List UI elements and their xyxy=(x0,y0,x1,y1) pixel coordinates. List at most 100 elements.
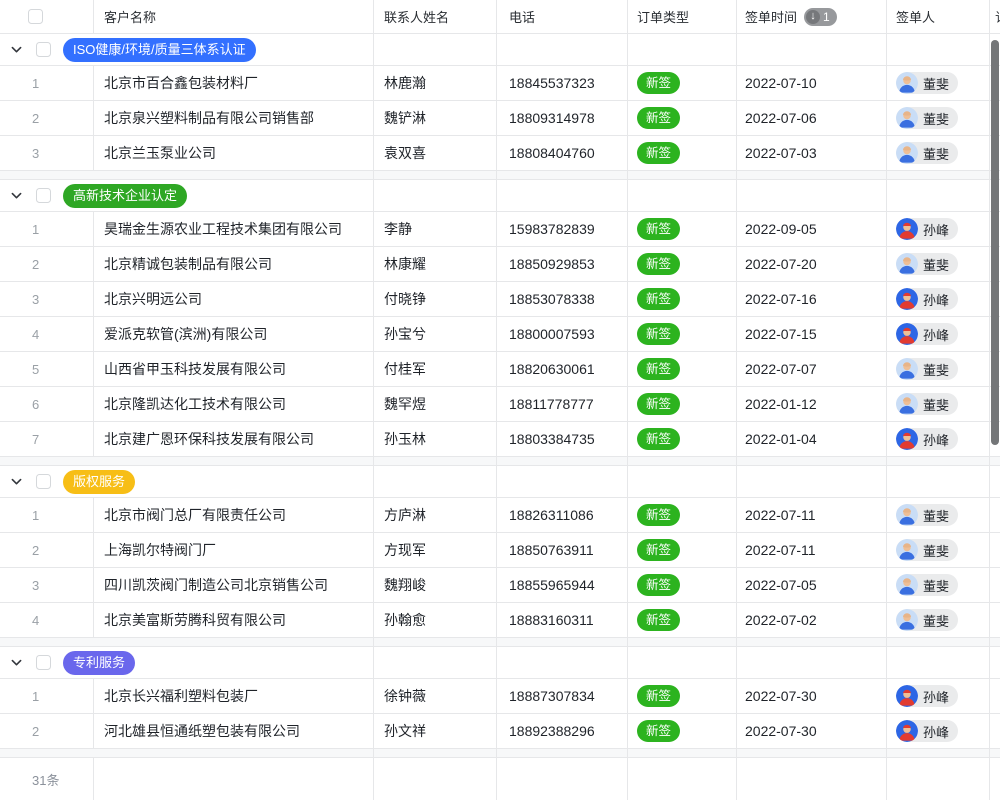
signer-cell: 董斐 xyxy=(887,247,990,281)
table-row[interactable]: 2 河北雄县恒通纸塑包装有限公司 孙文祥 18892388296 新签 2022… xyxy=(0,714,1000,749)
signer-pill: 董斐 xyxy=(896,609,958,631)
order-type-badge: 新签 xyxy=(637,720,680,742)
sign-date: 2022-07-11 xyxy=(737,533,887,567)
customer-name: 山西省甲玉科技发展有限公司 xyxy=(94,352,374,386)
table-row[interactable]: 3 北京兰玉泵业公司 袁双喜 18808404760 新签 2022-07-03… xyxy=(0,136,1000,171)
group-header-cell: ISO健康/环境/质量三体系认证 xyxy=(0,34,374,65)
customer-name: 北京长兴福利塑料包装厂 xyxy=(94,679,374,713)
column-header-signer[interactable]: 签单人 xyxy=(887,0,990,33)
table-row[interactable]: 5 山西省甲玉科技发展有限公司 付桂军 18820630061 新签 2022-… xyxy=(0,352,1000,387)
table-row[interactable]: 2 北京泉兴塑料制品有限公司销售部 魏铲淋 18809314978 新签 202… xyxy=(0,101,1000,136)
chevron-down-icon[interactable] xyxy=(10,189,23,202)
group-header-row[interactable]: 专利服务 xyxy=(0,647,1000,679)
record-count: 31条 xyxy=(0,758,94,800)
signer-cell: 孙峰 xyxy=(887,714,990,748)
order-type-cell: 新签 xyxy=(628,212,737,246)
row-number: 2 xyxy=(0,714,94,748)
vertical-scrollbar[interactable] xyxy=(991,40,999,445)
column-header-extra[interactable]: 订 xyxy=(990,0,1000,33)
phone-number: 18826311086 xyxy=(497,498,628,532)
empty-cell xyxy=(887,34,990,65)
table-row[interactable]: 1 北京长兴福利塑料包装厂 徐钟薇 18887307834 新签 2022-07… xyxy=(0,679,1000,714)
group-header-cell: 版权服务 xyxy=(0,466,374,497)
sign-date: 2022-07-10 xyxy=(737,66,887,100)
table-row[interactable]: 6 北京隆凯达化工技术有限公司 魏罕煜 18811778777 新签 2022-… xyxy=(0,387,1000,422)
table-row[interactable]: 7 北京建广恩环保科技发展有限公司 孙玉林 18803384735 新签 202… xyxy=(0,422,1000,457)
empty-cell xyxy=(737,180,887,211)
group-checkbox[interactable] xyxy=(36,42,51,57)
row-number: 6 xyxy=(0,387,94,421)
signer-name: 孙峰 xyxy=(923,687,949,706)
sort-badge[interactable]: ↓ 1 xyxy=(804,8,837,26)
group-checkbox[interactable] xyxy=(36,474,51,489)
column-header-phone[interactable]: 电话 xyxy=(497,0,628,33)
column-label: 联系人姓名 xyxy=(384,7,449,26)
order-type-cell: 新签 xyxy=(628,568,737,602)
signer-name: 董斐 xyxy=(923,395,949,414)
table-row[interactable]: 4 北京美富斯劳腾科贸有限公司 孙翰愈 18883160311 新签 2022-… xyxy=(0,603,1000,638)
column-header-contact[interactable]: 联系人姓名 xyxy=(374,0,497,33)
empty-cell xyxy=(374,171,497,179)
grid-view: 客户名称 联系人姓名 电话 订单类型 签单时间 ↓ 1 签单人 订 xyxy=(0,0,1000,800)
group-badge: ISO健康/环境/质量三体系认证 xyxy=(63,38,256,62)
table-row[interactable]: 2 上海凯尔特阀门厂 方现军 18850763911 新签 2022-07-11… xyxy=(0,533,1000,568)
group-checkbox[interactable] xyxy=(36,188,51,203)
footer-cell xyxy=(990,758,1000,800)
footer-cell xyxy=(737,758,887,800)
signer-name: 孙峰 xyxy=(923,290,949,309)
order-type-cell: 新签 xyxy=(628,66,737,100)
signer-name: 董斐 xyxy=(923,611,949,630)
footer-cell xyxy=(497,758,628,800)
table-footer: 31条 xyxy=(0,758,1000,800)
order-type-badge: 新签 xyxy=(637,504,680,526)
empty-cell xyxy=(887,466,990,497)
chevron-down-icon[interactable] xyxy=(10,43,23,56)
group-header-row[interactable]: 版权服务 xyxy=(0,466,1000,498)
order-type-cell: 新签 xyxy=(628,136,737,170)
customer-name: 北京隆凯达化工技术有限公司 xyxy=(94,387,374,421)
table-row[interactable]: 3 四川凯茨阀门制造公司北京销售公司 魏翔峻 18855965944 新签 20… xyxy=(0,568,1000,603)
table-row[interactable]: 1 昊瑞金生源农业工程技术集团有限公司 李静 15983782839 新签 20… xyxy=(0,212,1000,247)
signer-pill: 孙峰 xyxy=(896,720,958,742)
chevron-down-icon[interactable] xyxy=(10,475,23,488)
signer-pill: 孙峰 xyxy=(896,685,958,707)
column-header-sign-date[interactable]: 签单时间 ↓ 1 xyxy=(737,0,887,33)
group-header-cell: 高新技术企业认定 xyxy=(0,180,374,211)
table-row[interactable]: 2 北京精诚包装制品有限公司 林康耀 18850929853 新签 2022-0… xyxy=(0,247,1000,282)
empty-cell xyxy=(497,749,628,757)
signer-pill: 董斐 xyxy=(896,142,958,164)
group-header-row[interactable]: ISO健康/环境/质量三体系认证 xyxy=(0,34,1000,66)
signer-name: 董斐 xyxy=(923,144,949,163)
customer-name: 爱派克软管(滨洲)有限公司 xyxy=(94,317,374,351)
table-row[interactable]: 1 北京市阀门总厂有限责任公司 方庐淋 18826311086 新签 2022-… xyxy=(0,498,1000,533)
table-row[interactable]: 3 北京兴明远公司 付晓铮 18853078338 新签 2022-07-16 … xyxy=(0,282,1000,317)
column-header-customer[interactable]: 客户名称 xyxy=(94,0,374,33)
phone-number: 18811778777 xyxy=(497,387,628,421)
sign-date: 2022-09-05 xyxy=(737,212,887,246)
select-all-checkbox[interactable] xyxy=(28,9,43,24)
order-type-badge: 新签 xyxy=(637,288,680,310)
group-checkbox[interactable] xyxy=(36,655,51,670)
table-body: ISO健康/环境/质量三体系认证 1 北京市百合鑫包装材料厂 林鹿瀚 18845… xyxy=(0,34,1000,758)
table-row[interactable]: 4 爱派克软管(滨洲)有限公司 孙宝兮 18800007593 新签 2022-… xyxy=(0,317,1000,352)
chevron-down-icon[interactable] xyxy=(10,656,23,669)
signer-cell: 孙峰 xyxy=(887,679,990,713)
sign-date: 2022-07-20 xyxy=(737,247,887,281)
signer-name: 孙峰 xyxy=(923,220,949,239)
order-type-cell: 新签 xyxy=(628,247,737,281)
group-header-cell: 专利服务 xyxy=(0,647,374,678)
column-header-order-type[interactable]: 订单类型 xyxy=(628,0,737,33)
empty-cell xyxy=(887,171,990,179)
group-header-row[interactable]: 高新技术企业认定 xyxy=(0,180,1000,212)
table-row[interactable]: 1 北京市百合鑫包装材料厂 林鹿瀚 18845537323 新签 2022-07… xyxy=(0,66,1000,101)
signer-name: 董斐 xyxy=(923,360,949,379)
signer-pill: 孙峰 xyxy=(896,428,958,450)
sign-date: 2022-07-03 xyxy=(737,136,887,170)
contact-name: 孙文祥 xyxy=(374,714,497,748)
order-type-cell: 新签 xyxy=(628,498,737,532)
signer-avatar xyxy=(896,72,918,94)
signer-pill: 董斐 xyxy=(896,393,958,415)
customer-name: 昊瑞金生源农业工程技术集团有限公司 xyxy=(94,212,374,246)
empty-cell xyxy=(990,533,1000,567)
group-badge: 高新技术企业认定 xyxy=(63,184,187,208)
